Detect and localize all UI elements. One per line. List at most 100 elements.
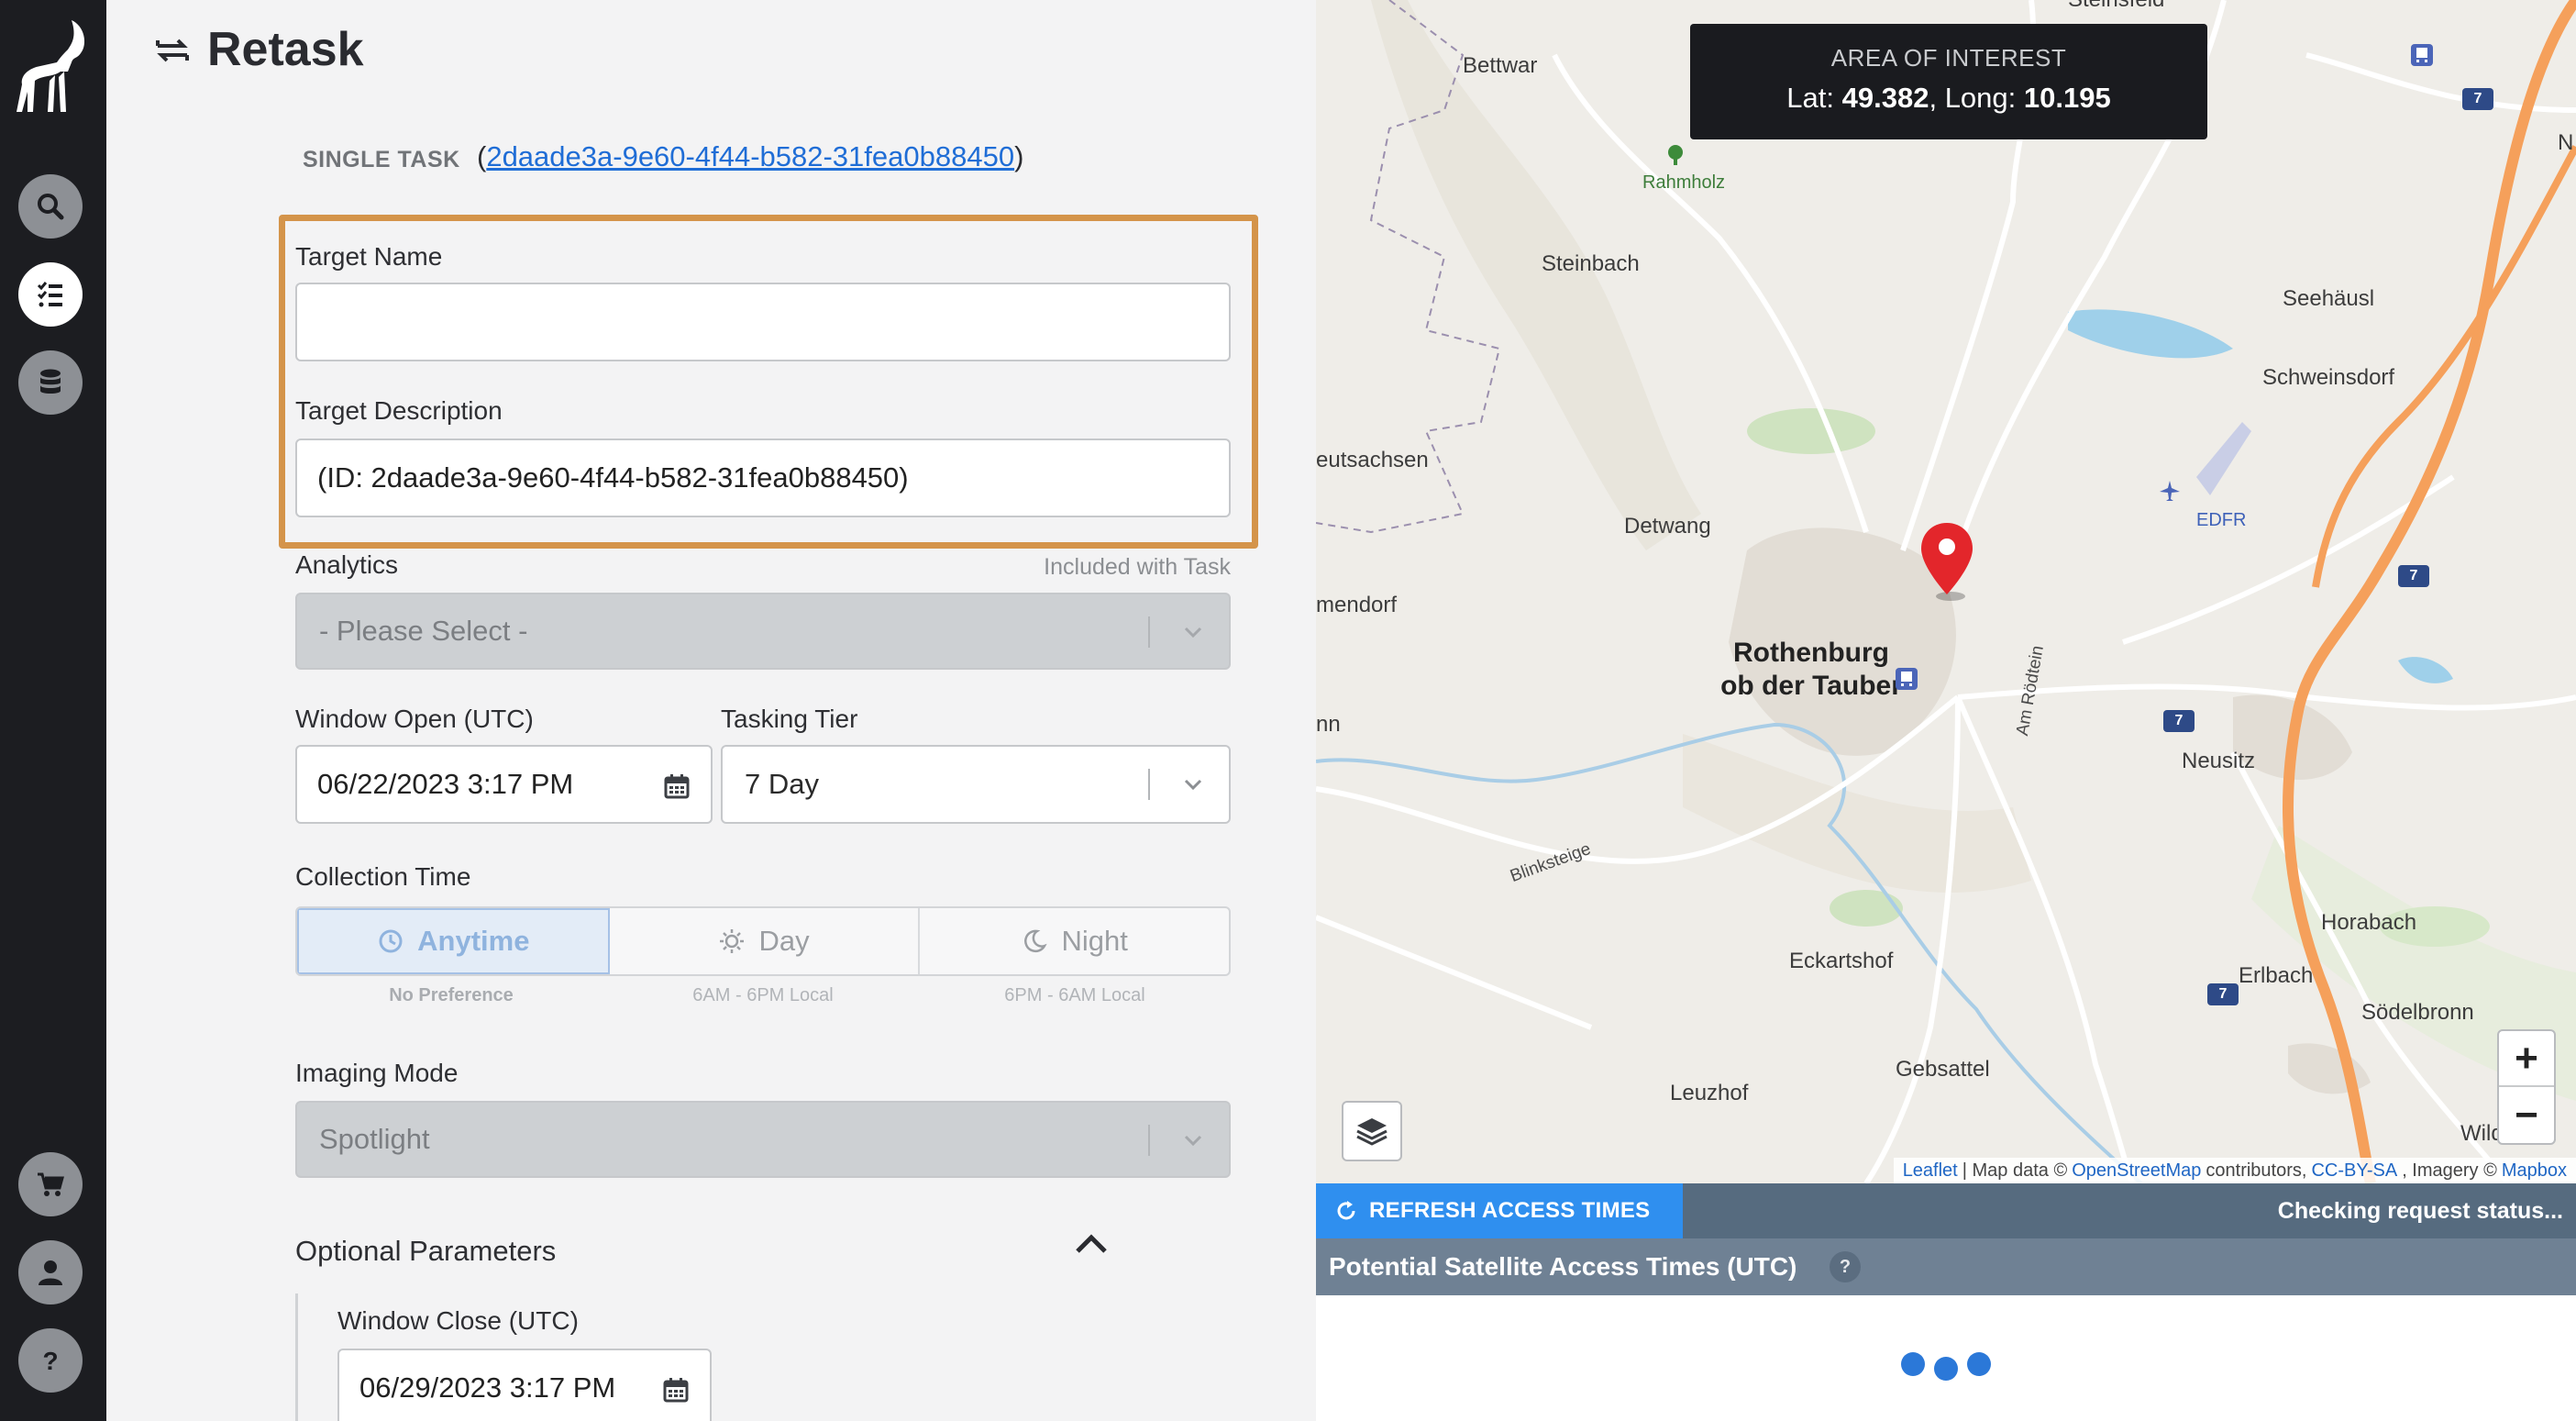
imaging-mode-select[interactable]: Spotlight (295, 1101, 1231, 1178)
cart-button[interactable] (18, 1152, 83, 1216)
task-list-button[interactable] (18, 262, 83, 327)
place-label: Rahmholz (1642, 172, 1726, 193)
zoom-in-button[interactable]: + (2499, 1031, 2554, 1087)
analytics-select[interactable]: - Please Select - (295, 593, 1231, 670)
help-button[interactable]: ? (18, 1328, 83, 1393)
window-open-input[interactable]: 06/22/2023 3:17 PM (295, 745, 713, 824)
access-times-title: Potential Satellite Access Times (UTC) (1329, 1252, 1797, 1281)
chevron-up-icon[interactable] (1073, 1229, 1110, 1257)
aoi-lat-value: 49.382 (1841, 82, 1929, 114)
refresh-label: REFRESH ACCESS TIMES (1369, 1198, 1651, 1223)
road-shield: 7 (2163, 710, 2195, 732)
help-tooltip-button[interactable]: ? (1830, 1251, 1861, 1282)
window-open-label: Window Open (UTC) (295, 705, 534, 733)
railway-station-icon (2411, 44, 2433, 66)
attribution-text: contributors, (2206, 1160, 2307, 1181)
task-id: (2daade3a-9e60-4f44-b582-31fea0b88450) (477, 140, 1023, 173)
place-label: eutsachsen (1316, 448, 1429, 472)
zoom-control: + − (2497, 1029, 2556, 1145)
imaging-mode-value: Spotlight (319, 1123, 430, 1155)
target-name-label: Target Name (295, 242, 443, 271)
day-sublabel: 6AM - 6PM Local (692, 985, 834, 1005)
target-description-label: Target Description (295, 396, 503, 425)
chevron-down-icon (1184, 627, 1202, 638)
osm-link[interactable]: OpenStreetMap (2072, 1160, 2201, 1182)
window-close-value: 06/29/2023 3:17 PM (359, 1371, 616, 1404)
ibex-logo[interactable] (13, 17, 92, 117)
target-description-input[interactable]: (ID: 2daade3a-9e60-4f44-b582-31fea0b8845… (295, 439, 1231, 517)
calendar-icon[interactable] (662, 1376, 690, 1404)
analytics-label: Analytics (295, 550, 399, 579)
area-of-interest-tooltip: AREA OF INTEREST Lat: 49.382, Long: 10.1… (1690, 24, 2207, 139)
collection-time-day[interactable]: Day (610, 908, 921, 974)
select-divider (1148, 1125, 1150, 1156)
map-view[interactable]: Bettwar Rahmholz Steinbach Seehäusl Schw… (1316, 0, 2576, 1183)
tasking-tier-select[interactable]: 7 Day (721, 745, 1231, 824)
night-sublabel: 6PM - 6AM Local (1004, 985, 1145, 1005)
road-shield: 7 (2398, 565, 2429, 587)
day-label: Day (758, 925, 810, 957)
account-icon (39, 1260, 62, 1285)
location-pin-icon[interactable] (1918, 519, 1976, 602)
access-times-header: Potential Satellite Access Times (UTC) ? (1316, 1238, 2576, 1295)
select-divider (1148, 769, 1150, 800)
zoom-out-button[interactable]: − (2499, 1087, 2554, 1143)
analytics-value: - Please Select - (319, 615, 528, 647)
collection-time-night[interactable]: Night (920, 908, 1229, 974)
search-icon (38, 194, 64, 220)
place-label: Bettwar (1463, 53, 1538, 78)
road-shield: 7 (2462, 88, 2493, 110)
leaflet-link[interactable]: Leaflet (1903, 1160, 1958, 1182)
select-divider (1148, 616, 1150, 648)
layers-icon (1356, 1118, 1388, 1146)
target-name-input[interactable] (295, 283, 1231, 361)
mapbox-link[interactable]: Mapbox (2502, 1160, 2567, 1182)
road-shield: 7 (2207, 983, 2239, 1005)
place-label: Seehäusl (2283, 286, 2375, 311)
aoi-long-value: 10.195 (2023, 82, 2111, 114)
chevron-down-icon (1184, 1135, 1202, 1147)
place-label: Leuzhof (1670, 1081, 1749, 1105)
place-label: Horabach (2321, 910, 2417, 935)
task-id-paren-close: ) (1014, 140, 1024, 172)
page-title: Retask (207, 23, 364, 76)
task-id-link[interactable]: 2daade3a-9e60-4f44-b582-31fea0b88450 (486, 140, 1014, 172)
sun-icon (720, 929, 745, 953)
clock-icon (379, 929, 403, 953)
aoi-title: AREA OF INTEREST (1830, 44, 2067, 72)
cart-icon (38, 1172, 64, 1196)
aoi-long-label: Long: (1944, 82, 2017, 114)
airport-icon (2160, 481, 2180, 501)
refresh-access-times-button[interactable]: REFRESH ACCESS TIMES (1316, 1183, 1683, 1238)
access-toolbar: REFRESH ACCESS TIMES Checking request st… (1316, 1183, 2576, 1238)
moon-icon (1024, 929, 1048, 953)
search-button[interactable] (18, 174, 83, 239)
calendar-icon[interactable] (663, 772, 691, 800)
cc-by-sa-link[interactable]: CC-BY-SA (2311, 1160, 2397, 1182)
loading-dot (1934, 1357, 1958, 1381)
optional-parameters-toggle[interactable]: Optional Parameters (295, 1235, 556, 1268)
chevron-down-icon (1184, 779, 1202, 791)
collection-time-toggle: Anytime Day Night (295, 906, 1231, 976)
place-label: Steinsfeld (2068, 0, 2164, 13)
place-label: Schweinsdorf (2262, 365, 2395, 390)
place-label: Gebsattel (1896, 1057, 1990, 1082)
collection-time-anytime[interactable]: Anytime (297, 908, 610, 974)
attribution-text: | Map data © (1962, 1160, 2068, 1181)
attribution-text: , Imagery © (2402, 1160, 2497, 1181)
refresh-icon (1337, 1201, 1355, 1220)
anytime-sublabel: No Preference (389, 985, 514, 1005)
retask-form-panel: Retask SINGLE TASK (2daade3a-9e60-4f44-b… (106, 0, 1316, 1421)
database-button[interactable] (18, 350, 83, 415)
tasking-tier-value: 7 Day (745, 768, 819, 800)
help-icon: ? (42, 1347, 58, 1375)
tasking-tier-label: Tasking Tier (721, 705, 858, 733)
place-label: Södelbronn (2361, 1000, 2474, 1025)
city-label-line1: Rothenburg (1733, 638, 1889, 668)
database-icon (40, 369, 61, 394)
account-button[interactable] (18, 1240, 83, 1304)
window-close-input[interactable]: 06/29/2023 3:17 PM (337, 1349, 712, 1421)
place-label: Neusitz (2182, 749, 2256, 773)
loading-dot (1967, 1352, 1991, 1376)
layers-button[interactable] (1342, 1101, 1402, 1161)
